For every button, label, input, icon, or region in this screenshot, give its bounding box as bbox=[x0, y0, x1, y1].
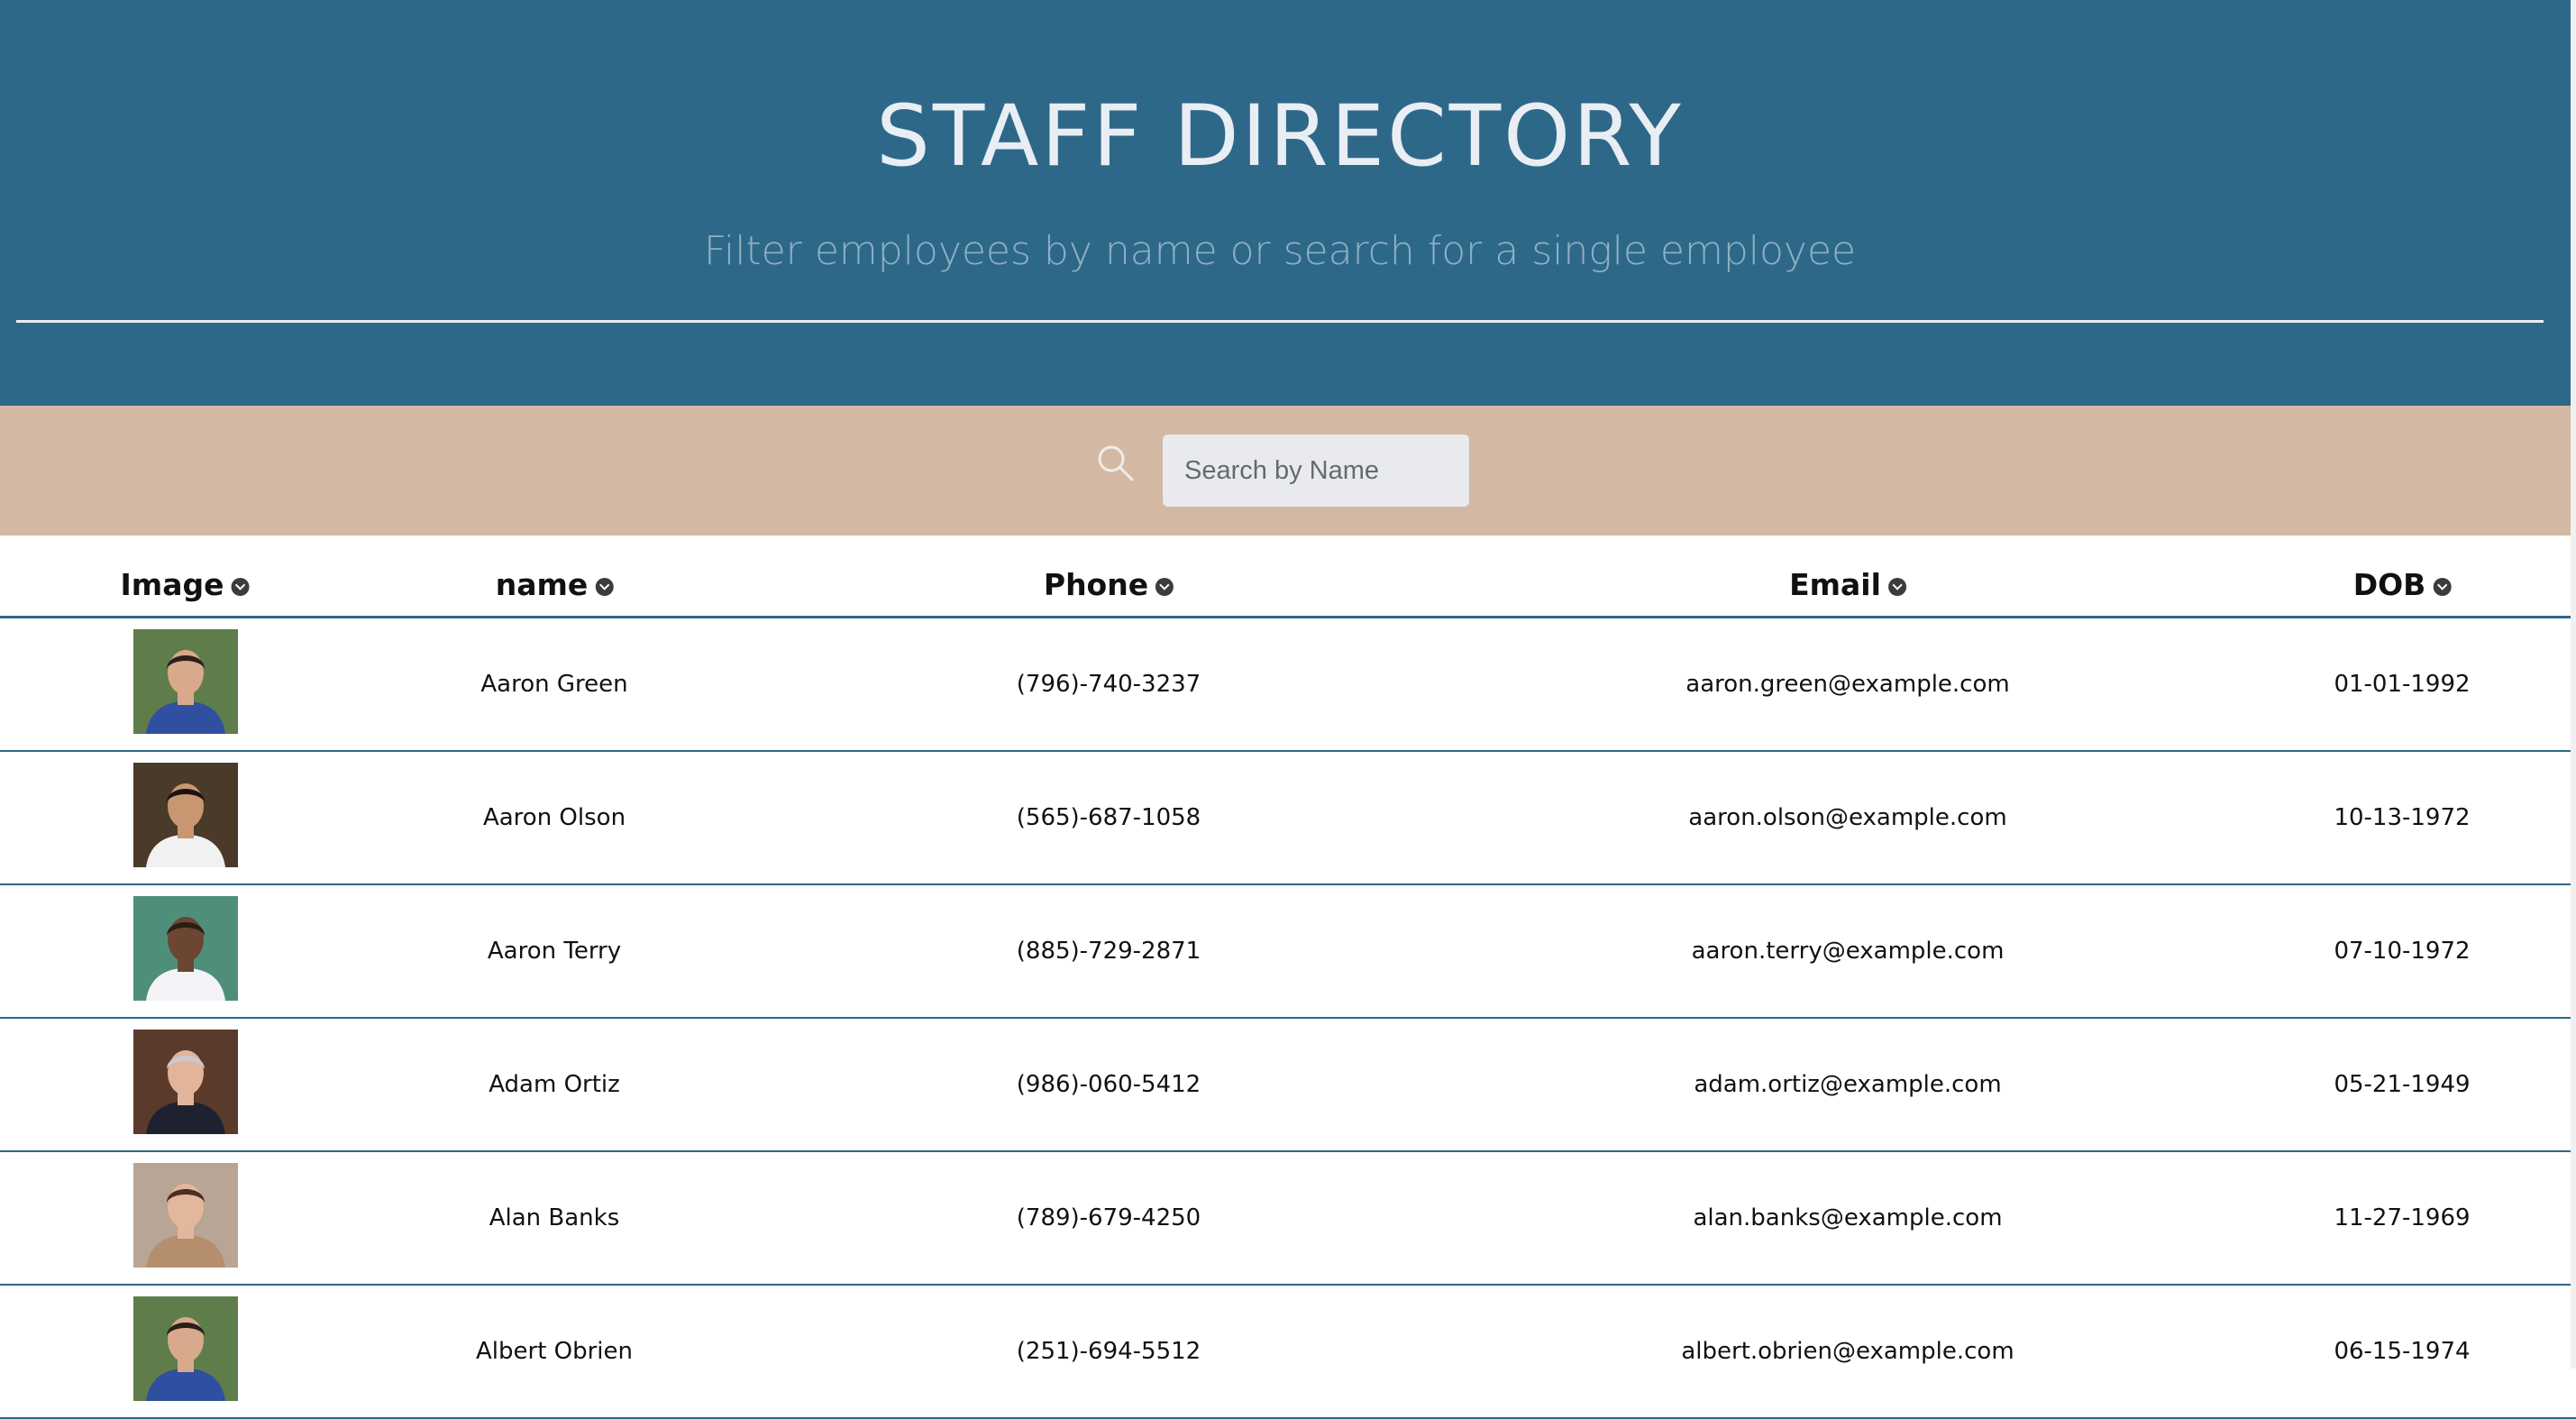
cell-name: Aaron Terry bbox=[487, 938, 622, 965]
sort-down-icon[interactable] bbox=[1156, 578, 1174, 596]
cell-email: aaron.terry@example.com bbox=[1691, 938, 2005, 965]
table-row: Albert Obrien (251)-694-5512 albert.obrien… bbox=[0, 1286, 2576, 1419]
employee-table: Image name Phone Email DOB Aaron Green (7… bbox=[0, 536, 2576, 1419]
column-label: Image bbox=[120, 567, 224, 602]
column-header-email[interactable]: Email bbox=[1789, 563, 1906, 608]
column-label: name bbox=[495, 567, 589, 602]
sort-down-icon[interactable] bbox=[2433, 578, 2452, 596]
scrollbar-track[interactable] bbox=[2571, 0, 2576, 1369]
cell-phone: (986)-060-5412 bbox=[1016, 1071, 1201, 1098]
cell-phone: (885)-729-2871 bbox=[1016, 938, 1201, 965]
column-label: Email bbox=[1789, 567, 1881, 602]
employee-photo bbox=[133, 896, 238, 1001]
cell-email: albert.obrien@example.com bbox=[1681, 1338, 2014, 1365]
search-input[interactable] bbox=[1163, 435, 1469, 507]
column-label: Phone bbox=[1043, 567, 1149, 602]
cell-dob: 05-21-1949 bbox=[2334, 1071, 2471, 1098]
table-row: Adam Ortiz (986)-060-5412 adam.ortiz@examp… bbox=[0, 1019, 2576, 1152]
table-body: Aaron Green (796)-740-3237 aaron.green@exa… bbox=[0, 618, 2576, 1419]
employee-photo bbox=[133, 763, 238, 867]
employee-photo bbox=[133, 1296, 238, 1401]
sort-down-icon[interactable] bbox=[1887, 578, 1906, 596]
column-header-phone[interactable]: Phone bbox=[1044, 563, 1174, 608]
header-divider bbox=[16, 320, 2544, 323]
cell-phone: (789)-679-4250 bbox=[1016, 1204, 1201, 1231]
table-row: Aaron Olson (565)-687-1058 aaron.olson@exa… bbox=[0, 752, 2576, 885]
cell-email: aaron.olson@example.com bbox=[1688, 804, 2007, 831]
cell-dob: 11-27-1969 bbox=[2334, 1204, 2471, 1231]
column-label: DOB bbox=[2352, 567, 2426, 602]
search-icon bbox=[1094, 442, 1137, 485]
table-row: Alan Banks (789)-679-4250 alan.banks@examp… bbox=[0, 1152, 2576, 1286]
column-header-name[interactable]: name bbox=[496, 563, 614, 608]
page-header: STAFF DIRECTORY Filter employees by name… bbox=[0, 0, 2576, 406]
sort-down-icon[interactable] bbox=[595, 578, 614, 596]
cell-phone: (796)-740-3237 bbox=[1016, 671, 1201, 698]
cell-dob: 07-10-1972 bbox=[2334, 938, 2471, 965]
column-header-dob[interactable]: DOB bbox=[2353, 563, 2452, 608]
page-subtitle: Filter employees by name or search for a… bbox=[703, 228, 1857, 274]
cell-name: Adam Ortiz bbox=[489, 1071, 620, 1098]
employee-photo bbox=[133, 1030, 238, 1134]
cell-name: Alan Banks bbox=[489, 1204, 620, 1231]
cell-dob: 06-15-1974 bbox=[2334, 1338, 2471, 1365]
cell-dob: 10-13-1972 bbox=[2334, 804, 2471, 831]
employee-photo bbox=[133, 1163, 238, 1268]
cell-email: adam.ortiz@example.com bbox=[1694, 1071, 2002, 1098]
employee-photo bbox=[133, 629, 238, 734]
cell-phone: (565)-687-1058 bbox=[1016, 804, 1201, 831]
cell-name: Aaron Olson bbox=[482, 804, 626, 831]
cell-phone: (251)-694-5512 bbox=[1016, 1338, 1201, 1365]
cell-dob: 01-01-1992 bbox=[2334, 671, 2471, 698]
cell-email: aaron.green@example.com bbox=[1685, 671, 2010, 698]
sort-down-icon[interactable] bbox=[231, 578, 250, 596]
page-title: STAFF DIRECTORY bbox=[876, 87, 1684, 186]
column-header-image[interactable]: Image bbox=[121, 563, 250, 608]
table-row: Aaron Terry (885)-729-2871 aaron.terry@exa… bbox=[0, 885, 2576, 1019]
cell-email: alan.banks@example.com bbox=[1693, 1204, 2003, 1231]
table-header: Image name Phone Email DOB bbox=[0, 536, 2576, 618]
cell-name: Aaron Green bbox=[480, 671, 628, 698]
table-row: Aaron Green (796)-740-3237 aaron.green@exa… bbox=[0, 618, 2576, 752]
cell-name: Albert Obrien bbox=[475, 1338, 634, 1365]
